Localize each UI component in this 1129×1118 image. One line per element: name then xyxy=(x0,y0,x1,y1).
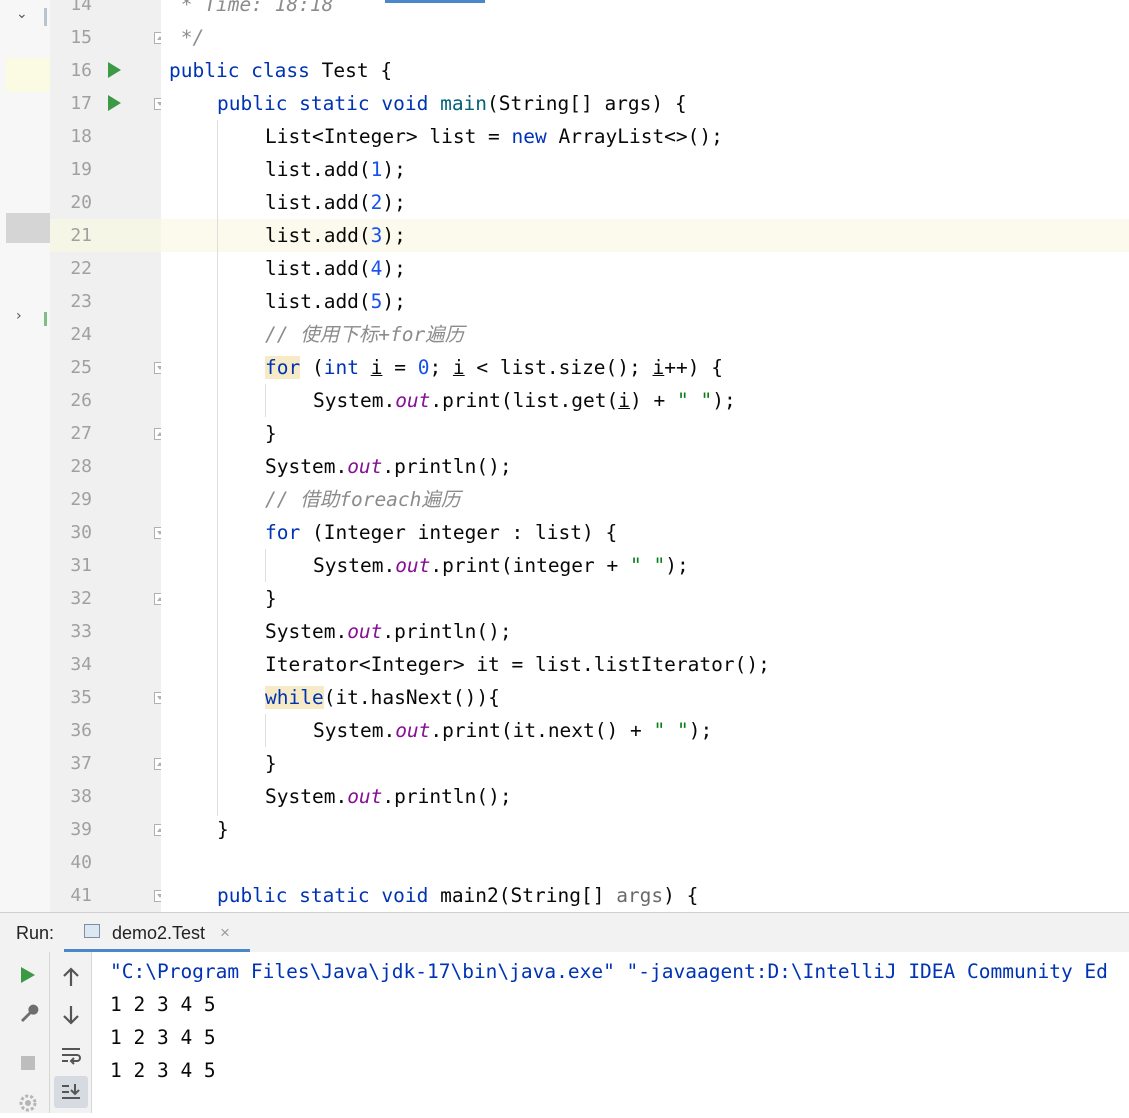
line-number: 37 xyxy=(70,753,92,774)
code-line[interactable]: while(it.hasNext()){ xyxy=(265,681,500,714)
line-number: 33 xyxy=(70,621,92,642)
code-line[interactable]: System.out.print(it.next() + " "); xyxy=(313,714,712,747)
code-line[interactable]: } xyxy=(217,813,229,846)
line-number: 17 xyxy=(70,93,92,114)
run-toolbar-left xyxy=(0,952,50,1113)
console-command-line[interactable]: "C:\Program Files\Java\jdk-17\bin\java.e… xyxy=(110,955,1108,988)
wrench-icon[interactable] xyxy=(13,998,43,1028)
line-number: 25 xyxy=(70,357,92,378)
code-line[interactable]: for (Integer integer : list) { xyxy=(265,516,617,549)
code-line[interactable]: list.add(2); xyxy=(265,186,406,219)
indent-guide xyxy=(265,384,266,417)
code-line[interactable]: } xyxy=(265,582,277,615)
code-line[interactable]: // 使用下标+for遍历 xyxy=(265,318,464,351)
indent-guide xyxy=(265,549,266,582)
close-icon[interactable]: × xyxy=(220,923,230,943)
settings-icon[interactable] xyxy=(13,1088,43,1118)
code-line[interactable]: // 借助foreach遍历 xyxy=(265,483,460,516)
line-number: 29 xyxy=(70,489,92,510)
code-line[interactable]: System.out.print(integer + " "); xyxy=(313,549,689,582)
scroll-to-end-icon[interactable] xyxy=(54,1076,88,1108)
line-number: 34 xyxy=(70,654,92,675)
code-line[interactable]: list.add(1); xyxy=(265,153,406,186)
console-icon xyxy=(84,924,100,938)
code-line[interactable]: System.out.println(); xyxy=(265,450,512,483)
line-number: 31 xyxy=(70,555,92,576)
line-number: 32 xyxy=(70,588,92,609)
line-number: 24 xyxy=(70,324,92,345)
code-line[interactable]: for (int i = 0; i < list.size(); i++) { xyxy=(265,351,723,384)
line-number: 35 xyxy=(70,687,92,708)
line-number: 22 xyxy=(70,258,92,279)
tree-marker xyxy=(44,8,47,26)
run-icon[interactable] xyxy=(108,95,121,111)
line-number: 30 xyxy=(70,522,92,543)
line-number: 27 xyxy=(70,423,92,444)
console-output-line[interactable]: 1 2 3 4 5 xyxy=(110,988,216,1021)
line-number: 41 xyxy=(70,885,92,906)
code-editor[interactable]: * Time: 18:18 */ public class Test { pub… xyxy=(161,0,1129,912)
code-line[interactable]: public static void main2(String[] args) … xyxy=(217,879,698,912)
code-line[interactable]: list.add(4); xyxy=(265,252,406,285)
indent-guide xyxy=(217,120,218,816)
code-line[interactable]: */ xyxy=(169,21,205,54)
run-console[interactable]: "C:\Program Files\Java\jdk-17\bin\java.e… xyxy=(92,952,1129,1113)
code-line[interactable]: list.add(5); xyxy=(265,285,406,318)
line-number: 28 xyxy=(70,456,92,477)
line-number: 26 xyxy=(70,390,92,411)
line-number: 15 xyxy=(70,27,92,48)
line-number: 14 xyxy=(70,0,92,15)
line-number: 21 xyxy=(70,225,92,246)
stop-icon[interactable] xyxy=(13,1048,43,1078)
code-line[interactable]: list.add(3); xyxy=(265,219,406,252)
down-arrow-icon[interactable] xyxy=(56,1000,86,1030)
code-line[interactable]: public class Test { xyxy=(169,54,392,87)
code-line[interactable]: } xyxy=(265,417,277,450)
line-number: 19 xyxy=(70,159,92,180)
run-toolbar-right xyxy=(50,952,92,1113)
run-icon[interactable] xyxy=(108,62,121,78)
tab-label: demo2.Test xyxy=(112,923,206,943)
code-line[interactable]: } xyxy=(265,747,277,780)
console-output-line[interactable]: 1 2 3 4 5 xyxy=(110,1054,216,1087)
line-number: 38 xyxy=(70,786,92,807)
code-line[interactable]: System.out.println(); xyxy=(265,780,512,813)
line-number: 23 xyxy=(70,291,92,312)
line-number: 18 xyxy=(70,126,92,147)
line-number: 36 xyxy=(70,720,92,741)
soft-wrap-icon[interactable] xyxy=(56,1040,86,1070)
code-line[interactable]: public static void main(String[] args) { xyxy=(217,87,687,120)
chevron-right-icon[interactable]: › xyxy=(16,308,22,324)
tree-marker xyxy=(44,312,47,326)
editor-scroll-marker xyxy=(385,0,485,3)
line-number: 40 xyxy=(70,852,92,873)
chevron-down-icon[interactable]: ⌄ xyxy=(16,6,28,22)
up-arrow-icon[interactable] xyxy=(56,962,86,992)
line-number: 39 xyxy=(70,819,92,840)
line-number: 16 xyxy=(70,60,92,81)
line-number: 20 xyxy=(70,192,92,213)
code-line[interactable]: System.out.println(); xyxy=(265,615,512,648)
rerun-icon[interactable] xyxy=(13,960,43,990)
code-line[interactable]: System.out.print(list.get(i) + " "); xyxy=(313,384,736,417)
project-row-selected[interactable] xyxy=(6,213,50,243)
project-panel-strip: ⌄ › xyxy=(0,0,50,912)
code-line[interactable]: Iterator<Integer> it = list.listIterator… xyxy=(265,648,770,681)
console-output-line[interactable]: 1 2 3 4 5 xyxy=(110,1021,216,1054)
run-tool-window-header: Run: demo2.Test × xyxy=(0,912,1129,952)
indent-guide xyxy=(265,714,266,747)
code-line[interactable]: List<Integer> list = new ArrayList<>(); xyxy=(265,120,723,153)
tab-demo2-test[interactable]: demo2.Test × xyxy=(64,913,250,952)
run-label: Run: xyxy=(16,923,55,943)
project-row-highlight xyxy=(6,58,50,92)
editor-gutter: 14 15 16 17 18 19 20 21 22 23 24 25 26 27 28 29 30 31 32 33… xyxy=(50,0,166,912)
code-line[interactable]: * Time: 18:18 xyxy=(169,0,334,21)
